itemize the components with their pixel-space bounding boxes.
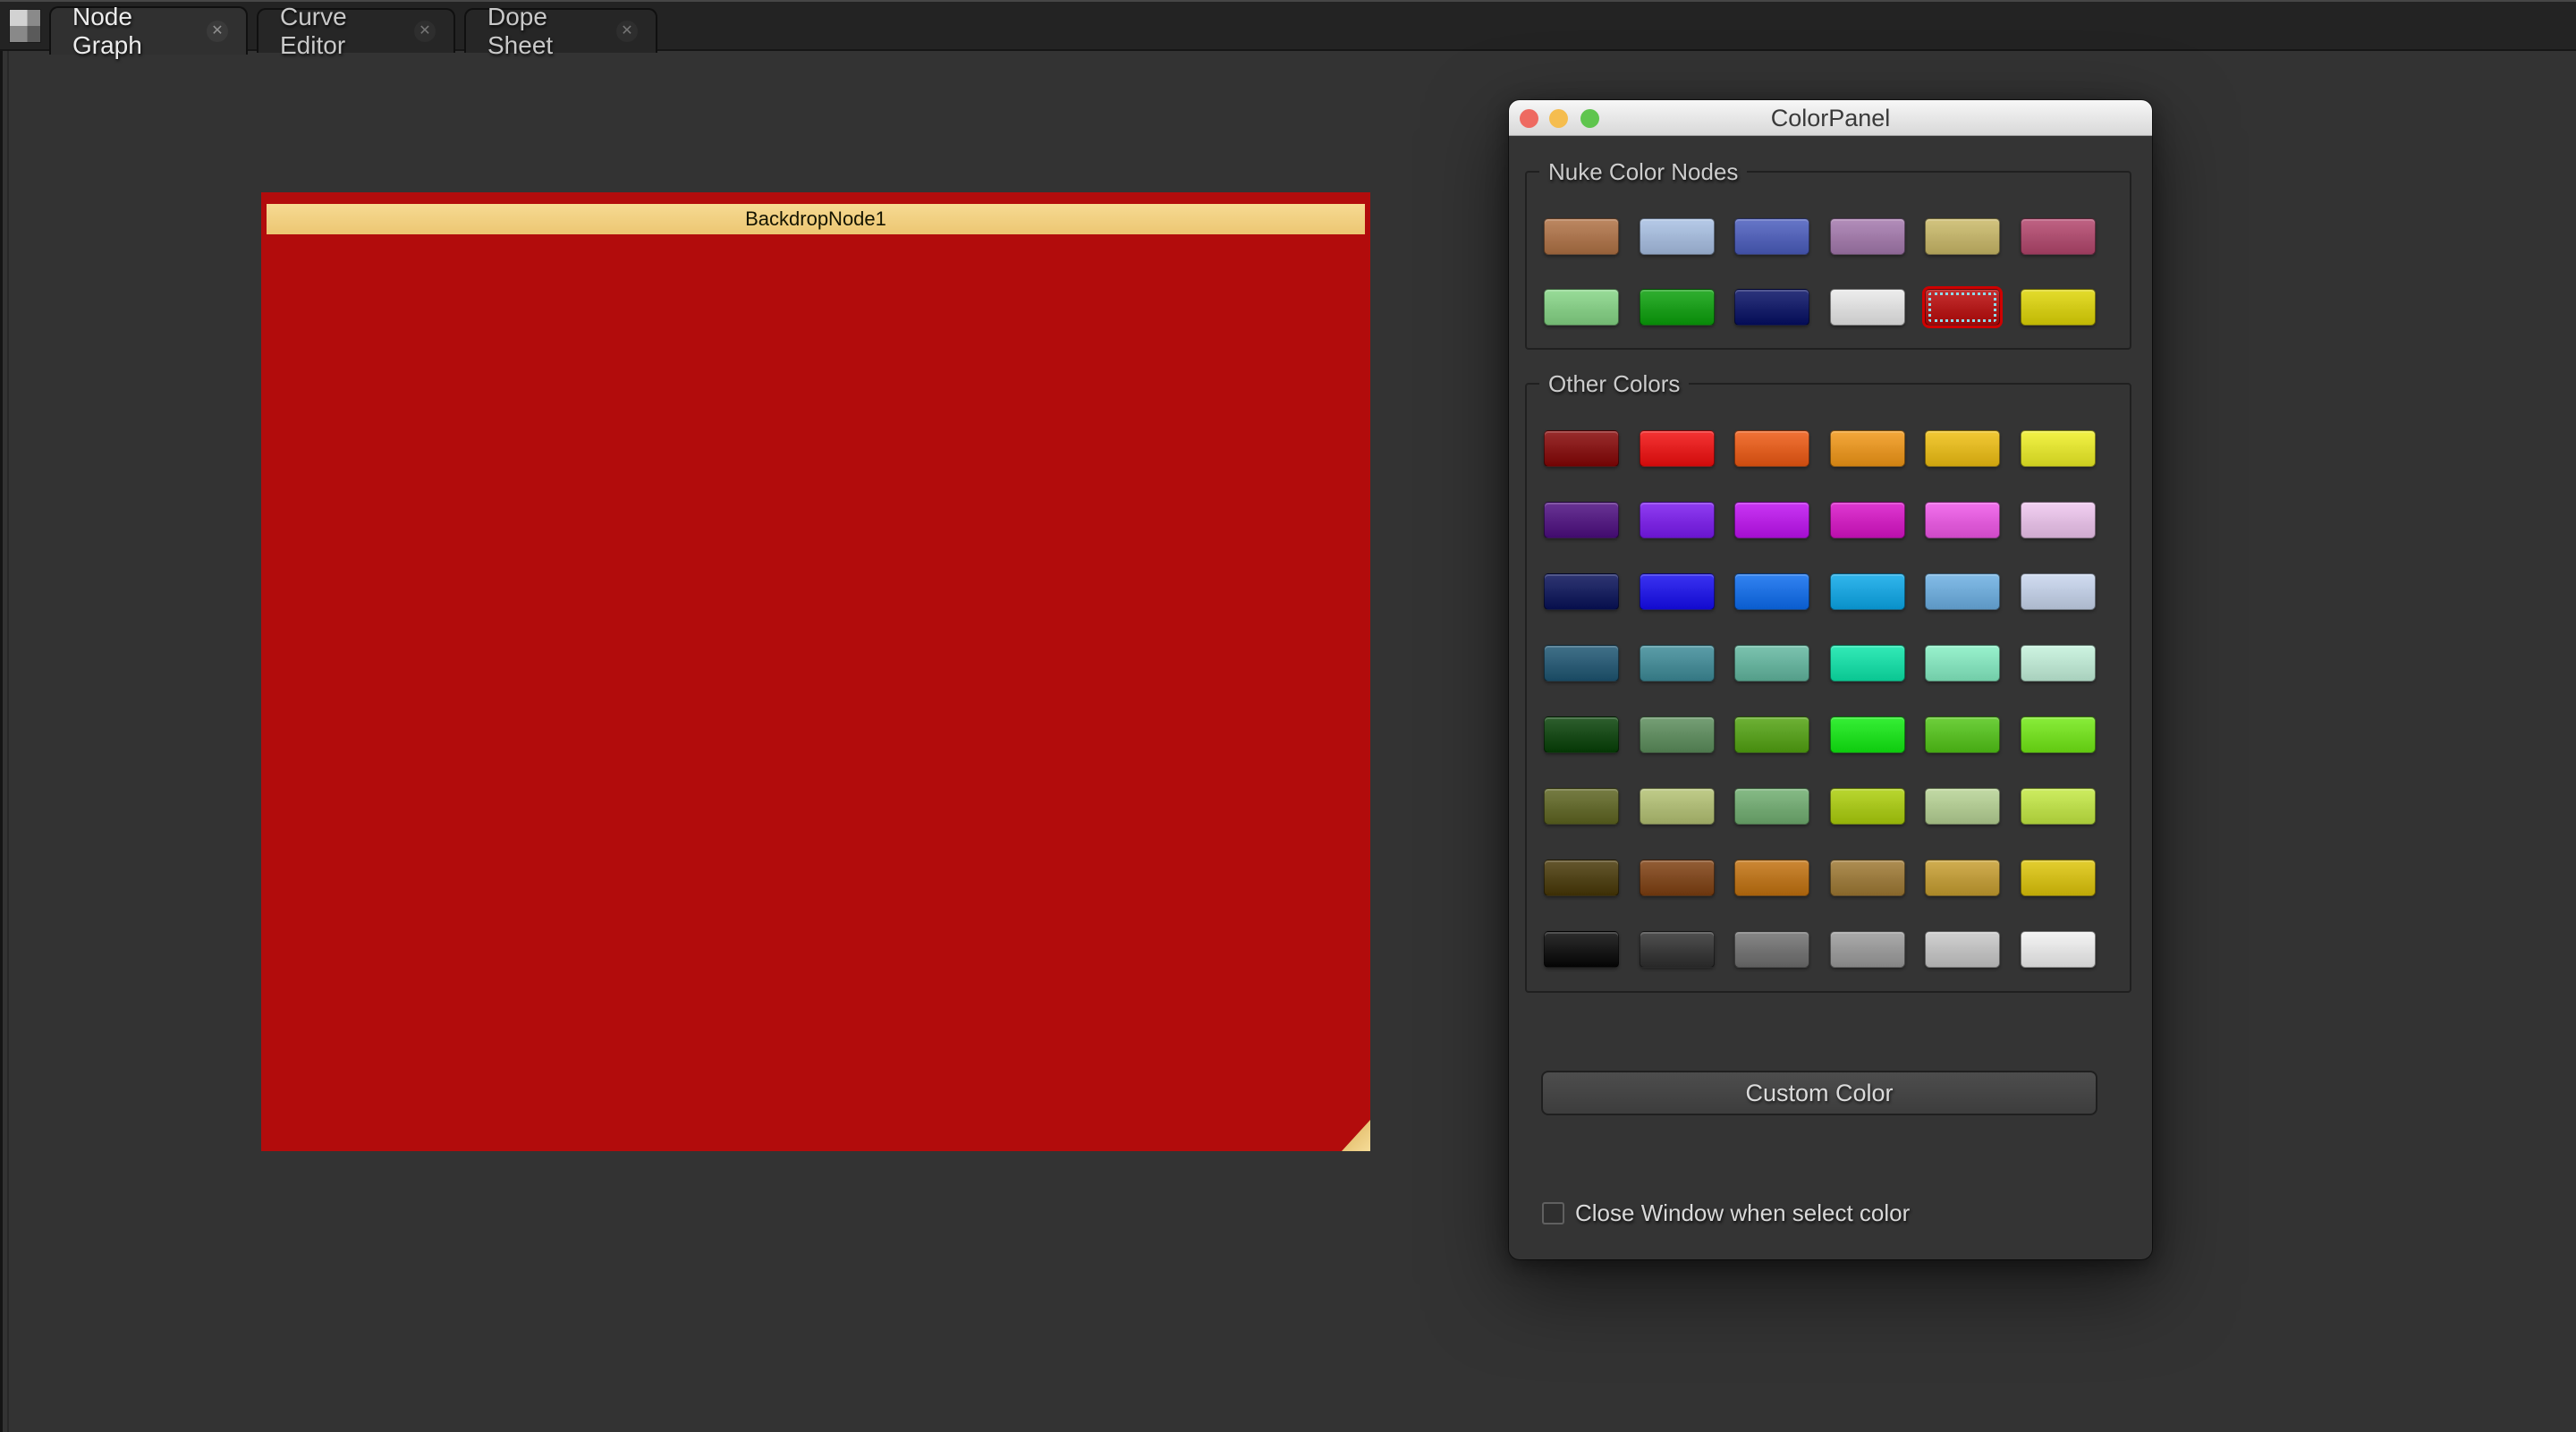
color-swatch[interactable] xyxy=(1640,931,1715,968)
color-swatch[interactable] xyxy=(2021,502,2096,538)
color-swatch[interactable] xyxy=(1830,218,1905,255)
color-swatch[interactable] xyxy=(2021,218,2096,255)
close-icon[interactable]: ✕ xyxy=(207,21,228,42)
color-swatch[interactable] xyxy=(1925,931,2000,968)
color-swatch[interactable] xyxy=(2021,430,2096,467)
color-swatch[interactable] xyxy=(1640,645,1715,682)
color-swatch[interactable] xyxy=(1734,289,1809,326)
backdrop-node-header[interactable]: BackdropNode1 xyxy=(267,204,1365,234)
color-swatch[interactable] xyxy=(1640,289,1715,326)
pane-splitter-icon[interactable] xyxy=(9,9,41,43)
color-swatch[interactable] xyxy=(1734,931,1809,968)
tab-curve-editor[interactable]: Curve Editor ✕ xyxy=(257,8,455,53)
color-swatch[interactable] xyxy=(1640,788,1715,825)
color-swatch[interactable] xyxy=(1544,573,1619,610)
swatch-row xyxy=(1544,289,2096,326)
color-swatch[interactable] xyxy=(1734,645,1809,682)
color-swatch[interactable] xyxy=(1544,289,1619,326)
color-swatch[interactable] xyxy=(1734,860,1809,896)
color-swatch[interactable] xyxy=(1734,788,1809,825)
swatch-row xyxy=(1544,218,2096,255)
colorpanel-window: ColorPanel Nuke Color Nodes Other Colors… xyxy=(1509,100,2152,1259)
close-icon[interactable]: ✕ xyxy=(616,21,638,42)
color-swatch[interactable] xyxy=(1544,788,1619,825)
color-swatch[interactable] xyxy=(2021,860,2096,896)
color-swatch[interactable] xyxy=(1925,573,2000,610)
pane-left-border-inner xyxy=(7,51,9,1432)
window-titlebar[interactable]: ColorPanel xyxy=(1509,100,2152,136)
selected-swatch-marker xyxy=(1928,292,1996,322)
color-swatch[interactable] xyxy=(1640,502,1715,538)
group-label: Other Colors xyxy=(1539,370,1689,397)
color-swatch[interactable] xyxy=(1734,716,1809,753)
color-swatch[interactable] xyxy=(2021,573,2096,610)
color-swatch[interactable] xyxy=(1640,218,1715,255)
color-swatch[interactable] xyxy=(2021,716,2096,753)
color-swatch[interactable] xyxy=(1925,502,2000,538)
color-swatch[interactable] xyxy=(1640,573,1715,610)
color-swatch[interactable] xyxy=(2021,645,2096,682)
color-swatch[interactable] xyxy=(1925,860,2000,896)
window-title: ColorPanel xyxy=(1509,100,2152,136)
color-swatch[interactable] xyxy=(1830,788,1905,825)
close-window-checkbox-label: Close Window when select color xyxy=(1575,1199,1910,1227)
color-swatch[interactable] xyxy=(1640,430,1715,467)
color-swatch[interactable] xyxy=(1734,573,1809,610)
color-swatch[interactable] xyxy=(1925,218,2000,255)
color-swatch[interactable] xyxy=(1925,430,2000,467)
swatch-row xyxy=(1544,573,2096,610)
swatch-row xyxy=(1544,788,2096,825)
swatch-row xyxy=(1544,931,2096,968)
color-swatch[interactable] xyxy=(1640,716,1715,753)
pane-left-border xyxy=(0,51,3,1432)
color-swatch[interactable] xyxy=(1544,860,1619,896)
tab-node-graph[interactable]: Node Graph ✕ xyxy=(49,6,248,55)
color-swatch[interactable] xyxy=(1830,860,1905,896)
tab-label: Dope Sheet xyxy=(487,3,600,60)
color-swatch[interactable] xyxy=(1734,218,1809,255)
color-swatch[interactable] xyxy=(1544,716,1619,753)
group-label: Nuke Color Nodes xyxy=(1539,158,1747,185)
color-swatch[interactable] xyxy=(1830,502,1905,538)
close-window-checkbox[interactable] xyxy=(1542,1202,1564,1224)
color-swatch[interactable] xyxy=(1640,860,1715,896)
color-swatch[interactable] xyxy=(2021,931,2096,968)
color-swatch[interactable] xyxy=(1925,645,2000,682)
color-swatch[interactable] xyxy=(1544,645,1619,682)
color-swatch[interactable] xyxy=(1544,931,1619,968)
group-other-colors: Other Colors xyxy=(1525,383,2131,993)
color-swatch[interactable] xyxy=(2021,289,2096,326)
swatch-row xyxy=(1544,430,2096,467)
swatch-row xyxy=(1544,502,2096,538)
color-swatch[interactable] xyxy=(1830,289,1905,326)
color-swatch[interactable] xyxy=(1830,573,1905,610)
color-swatch[interactable] xyxy=(1544,218,1619,255)
swatch-row xyxy=(1544,860,2096,896)
tab-dope-sheet[interactable]: Dope Sheet ✕ xyxy=(464,8,657,53)
color-swatch[interactable] xyxy=(1925,289,2000,326)
tab-bar: Node Graph ✕ Curve Editor ✕ Dope Sheet ✕ xyxy=(0,0,2576,51)
swatch-row xyxy=(1544,645,2096,682)
color-swatch[interactable] xyxy=(1544,430,1619,467)
custom-color-button[interactable]: Custom Color xyxy=(1541,1071,2097,1115)
color-swatch[interactable] xyxy=(1734,430,1809,467)
color-swatch[interactable] xyxy=(1734,502,1809,538)
color-swatch[interactable] xyxy=(1544,502,1619,538)
backdrop-node[interactable]: BackdropNode1 xyxy=(261,192,1370,1151)
color-swatch[interactable] xyxy=(1830,645,1905,682)
group-nuke-color-nodes: Nuke Color Nodes xyxy=(1525,171,2131,350)
backdrop-resize-handle[interactable] xyxy=(1342,1120,1370,1151)
color-swatch[interactable] xyxy=(1925,788,2000,825)
tab-label: Node Graph xyxy=(72,3,191,60)
color-swatch[interactable] xyxy=(1925,716,2000,753)
color-swatch[interactable] xyxy=(1830,931,1905,968)
color-swatch[interactable] xyxy=(1830,716,1905,753)
swatch-row xyxy=(1544,716,2096,753)
color-swatch[interactable] xyxy=(2021,788,2096,825)
close-window-option: Close Window when select color xyxy=(1542,1199,1910,1226)
close-icon[interactable]: ✕ xyxy=(414,21,436,42)
tab-label: Curve Editor xyxy=(280,3,398,60)
color-swatch[interactable] xyxy=(1830,430,1905,467)
